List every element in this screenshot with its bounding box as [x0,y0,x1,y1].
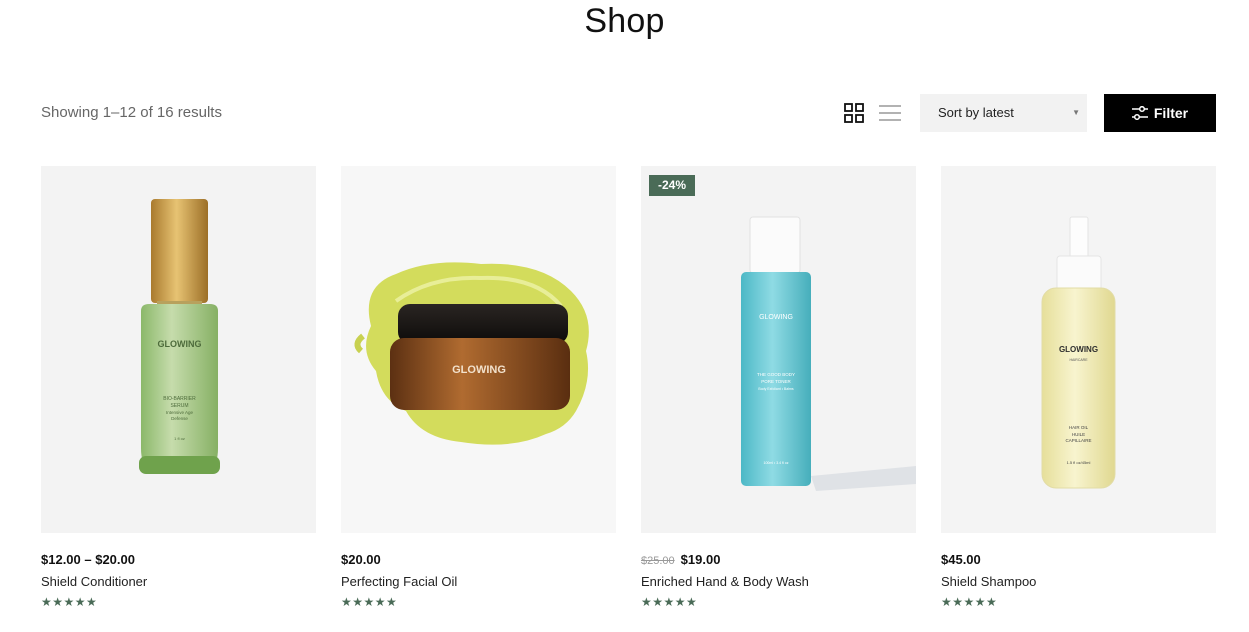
product-name[interactable]: Shield Conditioner [41,574,147,589]
product-card: GLOWING BIO-BARRIER SERUM Intensive Age … [41,166,316,616]
serum-bottle-image: GLOWING BIO-BARRIER SERUM Intensive Age … [139,199,220,474]
sort-select-value: Sort by latest [938,105,1014,120]
bottle-label-line: HAIR OIL [1069,425,1089,430]
bottle-label-line: HUILE [1072,432,1085,437]
product-grid: GLOWING BIO-BARRIER SERUM Intensive Age … [41,166,1216,616]
page-title: Shop [584,2,665,40]
product-card: GLOWING HAIRCARE HAIR OIL HUILE CAPILLAI… [941,166,1216,616]
product-price: $20.00 [341,552,381,567]
grid-view-button[interactable] [844,103,864,123]
bottle-label-line: Defense [171,416,188,421]
bottle-label-line: PORE TONER [761,379,791,384]
star-rating: ★★★★★ [341,595,398,609]
bottle-brand: GLOWING [158,339,202,349]
bottle-label-line: THE GOOD BODY [757,372,795,377]
product-image-link[interactable]: GLOWING HAIRCARE HAIR OIL HUILE CAPILLAI… [941,166,1216,533]
product-card: GLOWING $20.00 Perfecting Facial Oil ★★★… [341,166,616,616]
star-rating: ★★★★★ [41,595,98,609]
jar-brand: GLOWING [452,364,506,376]
product-price: $45.00 [941,552,981,567]
bottle-label-line: 100ml • 3.4 fl oz [764,461,789,465]
sort-select[interactable]: Sort by latest ▼ [920,94,1087,132]
star-rating: ★★★★★ [641,595,698,609]
bottle-label-line: CAPILLAIRE [1065,438,1091,443]
bottle-brand: GLOWING [759,314,793,321]
product-image-link[interactable]: GLOWING THE GOOD BODY PORE TONER Body Ex… [641,166,916,533]
product-price-current: $45.00 [941,552,981,567]
filter-button[interactable]: Filter [1104,94,1216,132]
bottle-label-line: HAIRCARE [1069,358,1088,362]
bottle-label-line: Intensive Age [166,410,194,415]
product-price-current: $20.00 [341,552,381,567]
facial-oil-jar-image: GLOWING [354,262,589,445]
list-view-button[interactable] [879,103,901,123]
hair-oil-bottle-image: GLOWING HAIRCARE HAIR OIL HUILE CAPILLAI… [1041,216,1116,489]
bottle-label-line: Body Exfoliant • Balms [758,387,794,391]
result-count: Showing 1–12 of 16 results [41,104,222,121]
bottle-label-line: SERUM [170,403,188,409]
sale-badge: -24% [649,175,696,196]
bottle-label-line: BIO-BARRIER [163,396,196,402]
list-icon [879,105,901,121]
caret-down-icon: ▼ [1072,108,1080,117]
product-name[interactable]: Shield Shampoo [941,574,1036,589]
product-image-link[interactable]: GLOWING BIO-BARRIER SERUM Intensive Age … [41,166,316,533]
product-name[interactable]: Enriched Hand & Body Wash [641,574,809,589]
product-card: GLOWING THE GOOD BODY PORE TONER Body Ex… [641,166,916,616]
filter-button-label: Filter [1153,105,1189,121]
bottle-brand: GLOWING [1059,345,1098,354]
product-name[interactable]: Perfecting Facial Oil [341,574,457,589]
grid-icon [844,103,864,123]
product-image-link[interactable]: GLOWING [341,166,616,533]
sliders-icon [1131,106,1148,120]
product-price-current: $19.00 [680,552,721,567]
bottle-label-line: 1 fl oz [174,436,185,441]
bottle-label-line: 1.5 fl oz/45ml [1067,460,1091,465]
product-price: $25.00 $19.00 [641,552,720,567]
shop-toolbar: Showing 1–12 of 16 results Sort by lates… [41,94,1216,132]
product-price: $12.00 – $20.00 [41,552,135,567]
product-price-current: $12.00 – $20.00 [41,552,135,567]
product-price-old: $25.00 [641,555,675,567]
star-rating: ★★★★★ [941,595,998,609]
toner-bottle-image: GLOWING THE GOOD BODY PORE TONER Body Ex… [741,216,916,491]
